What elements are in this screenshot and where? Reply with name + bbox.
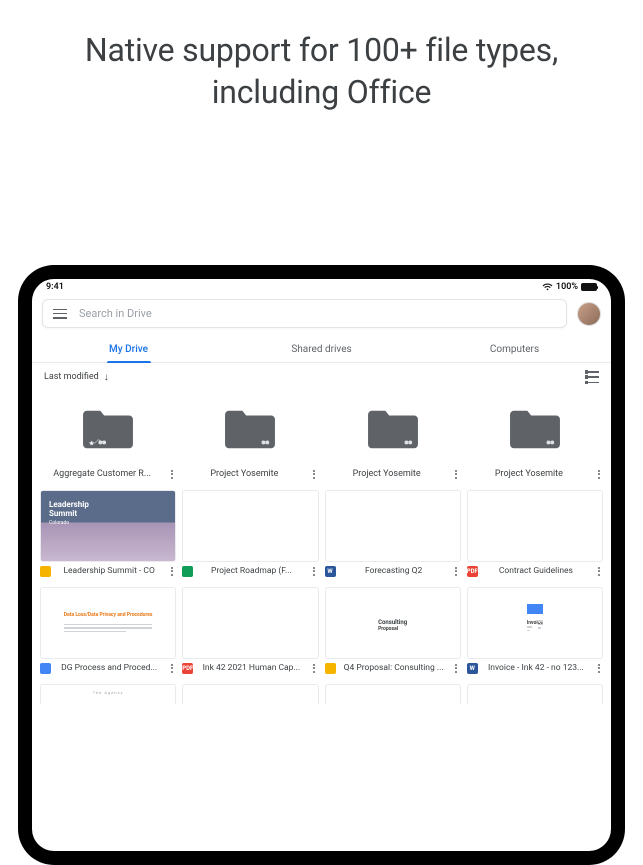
word-icon: W xyxy=(467,663,478,674)
folder-item[interactable]: ★ Aggregate Customer R... xyxy=(40,393,176,482)
svg-text:★: ★ xyxy=(89,439,95,447)
file-item[interactable]: PDF Ink 42 2021 Human Cap... xyxy=(182,587,318,676)
tablet-device-frame: 9:41 100% Search in Drive My Drive Share… xyxy=(18,265,625,865)
file-thumbnail: The Agency xyxy=(40,684,176,704)
file-item[interactable]: W Forecasting Q2 xyxy=(325,490,461,579)
folder-name: Project Yosemite xyxy=(182,469,306,480)
file-name: Forecasting Q2 xyxy=(339,566,449,576)
tab-computers[interactable]: Computers xyxy=(418,336,611,362)
file-thumbnail xyxy=(325,490,461,562)
file-item[interactable]: The Agency xyxy=(40,684,176,704)
folder-item[interactable]: Project Yosemite xyxy=(182,393,318,482)
more-icon[interactable] xyxy=(452,567,461,576)
slides-icon xyxy=(40,566,51,577)
file-item[interactable]: Leadership Summit Colorado Leadership Su… xyxy=(40,490,176,579)
file-name: DG Process and Proced... xyxy=(54,663,164,673)
file-name: Project Roadmap (F... xyxy=(196,566,306,576)
file-thumbnail: Data Loss/Data Privacy and Procedures xyxy=(40,587,176,659)
file-item[interactable] xyxy=(467,684,603,704)
file-name: Invoice - Ink 42 - no 123... xyxy=(481,663,591,673)
more-icon[interactable] xyxy=(452,664,461,673)
pdf-icon: PDF xyxy=(182,663,193,674)
tab-my-drive[interactable]: My Drive xyxy=(32,336,225,362)
ios-status-bar: 9:41 100% xyxy=(32,279,611,293)
search-bar[interactable]: Search in Drive xyxy=(42,299,567,328)
more-icon[interactable] xyxy=(310,664,319,673)
list-controls: Last modified ↓ xyxy=(32,363,611,389)
file-item[interactable]: Project Roadmap (F... xyxy=(182,490,318,579)
file-item[interactable]: Data Loss/Data Privacy and Procedures DG… xyxy=(40,587,176,676)
menu-icon[interactable] xyxy=(53,309,67,319)
sort-label: Last modified xyxy=(44,372,99,382)
file-item[interactable] xyxy=(325,684,461,704)
search-row: Search in Drive xyxy=(32,293,611,336)
thumb-text: Proposal xyxy=(378,626,407,632)
file-name: Leadership Summit - CO xyxy=(54,566,164,576)
battery-icon xyxy=(581,283,597,291)
slides-icon xyxy=(325,663,336,674)
file-thumbnail xyxy=(182,587,318,659)
file-thumbnail xyxy=(182,490,318,562)
file-name: Q4 Proposal: Consulting ... xyxy=(339,663,449,673)
folder-icon: ★ xyxy=(40,393,176,465)
app-screen: 9:41 100% Search in Drive My Drive Share… xyxy=(32,279,611,851)
file-item[interactable]: ConsultingProposal Q4 Proposal: Consulti… xyxy=(325,587,461,676)
thumb-text: Summit xyxy=(49,510,167,519)
file-name: Contract Guidelines xyxy=(481,566,591,576)
file-item[interactable]: PDF Contract Guidelines xyxy=(467,490,603,579)
more-icon[interactable] xyxy=(594,567,603,576)
file-item[interactable]: Invoice W Invoice - Ink 42 - no 123... xyxy=(467,587,603,676)
drive-tabs: My Drive Shared drives Computers xyxy=(32,336,611,363)
folder-name: Project Yosemite xyxy=(325,469,449,480)
word-icon: W xyxy=(325,566,336,577)
file-thumbnail xyxy=(467,684,603,704)
file-thumbnail: Invoice xyxy=(467,587,603,659)
more-icon[interactable] xyxy=(452,470,461,479)
folder-icon xyxy=(325,393,461,465)
view-toggle-icon[interactable] xyxy=(585,371,599,383)
folder-icon xyxy=(467,393,603,465)
file-thumbnail xyxy=(182,684,318,704)
more-icon[interactable] xyxy=(310,470,319,479)
thumb-text: The Agency xyxy=(93,690,124,695)
file-thumbnail xyxy=(325,684,461,704)
more-icon[interactable] xyxy=(167,567,176,576)
folder-name: Project Yosemite xyxy=(467,469,591,480)
pdf-icon: PDF xyxy=(467,566,478,577)
docs-icon xyxy=(40,663,51,674)
search-input[interactable]: Search in Drive xyxy=(79,307,152,320)
more-icon[interactable] xyxy=(310,567,319,576)
folder-item[interactable]: Project Yosemite xyxy=(325,393,461,482)
more-icon[interactable] xyxy=(167,664,176,673)
folder-item[interactable]: Project Yosemite xyxy=(467,393,603,482)
wifi-icon xyxy=(542,283,553,291)
more-icon[interactable] xyxy=(167,470,176,479)
status-time: 9:41 xyxy=(46,282,64,292)
sort-button[interactable]: Last modified ↓ xyxy=(44,372,109,383)
file-grid: ★ Aggregate Customer R... Project Yosemi… xyxy=(32,389,611,708)
thumb-text: Colorado xyxy=(49,520,167,526)
more-icon[interactable] xyxy=(594,470,603,479)
thumb-text: Invoice xyxy=(527,620,532,626)
avatar[interactable] xyxy=(577,302,601,326)
tab-shared-drives[interactable]: Shared drives xyxy=(225,336,418,362)
battery-percent: 100% xyxy=(556,282,578,292)
file-thumbnail: ConsultingProposal xyxy=(325,587,461,659)
file-thumbnail xyxy=(467,490,603,562)
thumb-text: Consulting xyxy=(378,619,407,626)
more-icon[interactable] xyxy=(594,664,603,673)
file-name: Ink 42 2021 Human Cap... xyxy=(196,663,306,673)
folder-name: Aggregate Customer R... xyxy=(40,469,164,480)
arrow-down-icon: ↓ xyxy=(104,372,109,383)
file-item[interactable] xyxy=(182,684,318,704)
file-thumbnail: Leadership Summit Colorado xyxy=(40,490,176,562)
marketing-headline: Native support for 100+ file types, incl… xyxy=(0,0,643,113)
folder-icon xyxy=(182,393,318,465)
sheets-icon xyxy=(182,566,193,577)
thumb-text: Data Loss/Data Privacy and Procedures xyxy=(64,612,153,618)
